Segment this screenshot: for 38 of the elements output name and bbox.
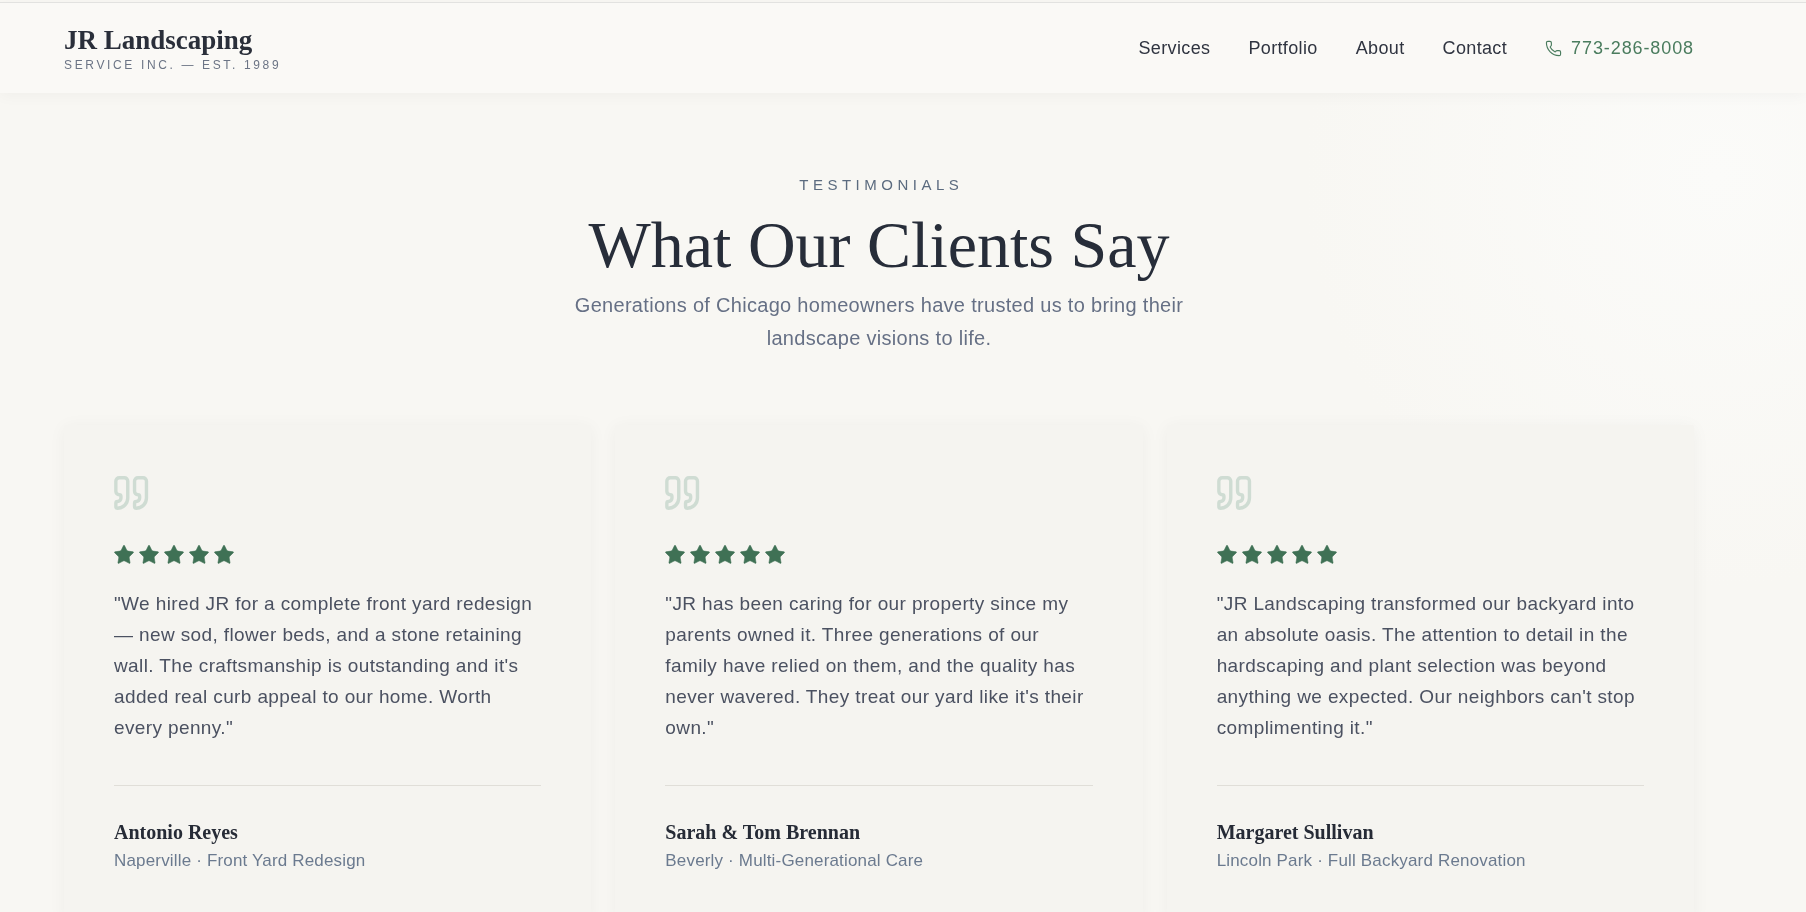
star-icon xyxy=(139,545,159,564)
nav-link[interactable]: Services xyxy=(1138,36,1211,60)
client-detail: Naperville · Front Yard Redesign xyxy=(114,850,367,872)
section-eyebrow: TESTIMONIALS xyxy=(798,175,964,195)
star-icon xyxy=(715,545,736,564)
quote-icon xyxy=(114,476,150,510)
testimonial-quote: "JR has been caring for our property since my parents owned it. Three generations of our family have relied on them, and the quality has never wavered. They treat our yard like it's their own." xyxy=(665,592,1085,740)
section-title: What Our Clients Say xyxy=(588,207,1170,283)
client-detail: Beverly · Multi-Generational Care xyxy=(665,850,925,872)
client-name: Margaret Sullivan xyxy=(1216,820,1375,846)
brand-tagline: SERVICE INC. — EST. 1989 xyxy=(64,57,282,72)
star-icon xyxy=(214,545,234,564)
star-icon xyxy=(1241,545,1262,564)
star-icon xyxy=(189,545,209,564)
brand-name: JR Landscaping xyxy=(64,24,254,55)
star-icon xyxy=(690,545,711,564)
star-icon xyxy=(1216,545,1237,564)
star-icon xyxy=(1266,545,1287,564)
testimonial-quote: "We hired JR for a complete front yard redesign — new sod, flower beds, and a stone retaining wall. The craftsmanship is outstanding and it's added real curb appeal to our home. Worth every penny." xyxy=(114,592,534,740)
nav-link[interactable]: Portfolio xyxy=(1248,36,1318,60)
nav-link[interactable]: Contact xyxy=(1442,36,1508,60)
nav-link[interactable]: About xyxy=(1355,36,1405,60)
quote-icon xyxy=(1216,476,1253,510)
star-icon xyxy=(765,545,786,564)
star-icon xyxy=(164,545,184,564)
client-name: Antonio Reyes xyxy=(114,820,239,846)
section-subtitle: Generations of Chicago homeowners have trusted us to bring their landscape visions to life. xyxy=(573,293,1185,351)
star-icon xyxy=(665,545,686,564)
client-detail: Lincoln Park · Full Backyard Renovation xyxy=(1216,850,1527,872)
star-icon xyxy=(1291,545,1312,564)
phone-icon xyxy=(1545,39,1563,57)
quote-icon xyxy=(665,476,702,510)
star-icon xyxy=(740,545,761,564)
star-icon xyxy=(1316,545,1337,564)
phone-link[interactable]: 773-286-8008 xyxy=(1545,36,1694,60)
testimonial-quote: "JR Landscaping transformed our backyard into an absolute oasis. The attention to detail in the hardscaping and plant selection was beyond anything we expected. Our neighbors can't stop complimenting it." xyxy=(1216,592,1636,740)
star-icon xyxy=(114,545,134,564)
client-name: Sarah & Tom Brennan xyxy=(665,820,861,845)
